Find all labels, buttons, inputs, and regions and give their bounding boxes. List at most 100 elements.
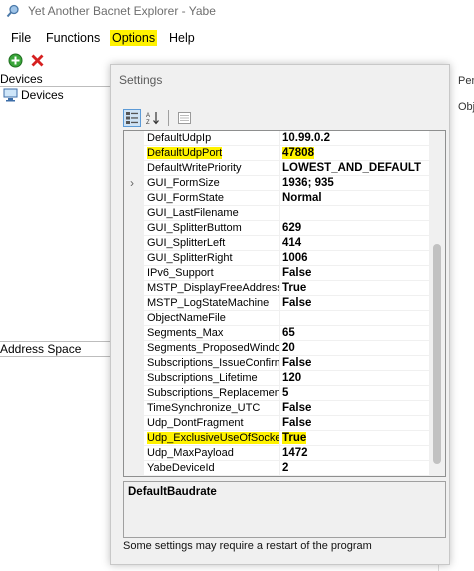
property-row[interactable]: GUI_SplitterLeft 414 (124, 236, 429, 251)
property-row[interactable]: Segments_Max 65 (124, 326, 429, 341)
address-space-header: Address Space (0, 341, 112, 357)
property-row[interactable]: Subscriptions_Lifetime 120 (124, 371, 429, 386)
property-row[interactable]: Subscriptions_IssueConfirmedNotifiesFals… (124, 356, 429, 371)
property-name: MSTP_DisplayFreeAddresses (144, 281, 280, 296)
property-name: Subscriptions_IssueConfirmedNotifies (144, 356, 280, 371)
property-pages-icon (177, 112, 191, 124)
property-name: IPv6_Support (144, 266, 280, 281)
property-row[interactable]: GUI_SplitterButtom 629 (124, 221, 429, 236)
property-row[interactable]: DefaultWritePriority LOWEST_AND_DEFAULT (124, 161, 429, 176)
window-title: Yet Another Bacnet Explorer - Yabe (28, 4, 216, 18)
add-icon[interactable] (8, 53, 23, 68)
restart-note: Some settings may require a restart of t… (123, 540, 372, 552)
property-row[interactable]: YabeDeviceId 2 (124, 461, 429, 476)
property-name: DefaultWritePriority (144, 161, 280, 176)
property-pages-button[interactable] (175, 109, 193, 127)
row-gutter (124, 341, 144, 356)
row-gutter (124, 446, 144, 461)
row-gutter (124, 311, 144, 326)
property-name: YabeDeviceId (144, 461, 280, 476)
property-row[interactable]: Udp_DontFragment False (124, 416, 429, 431)
property-value[interactable] (280, 206, 429, 221)
alphabetical-sort-icon: A Z (146, 112, 159, 125)
property-value[interactable]: 629 (280, 221, 429, 236)
property-row[interactable]: DefaultUdpIp 10.99.0.2 (124, 131, 429, 146)
title-bar: Yet Another Bacnet Explorer - Yabe (0, 0, 474, 24)
toolbar-separator (168, 110, 169, 126)
property-row[interactable]: GUI_SplitterRight 1006 (124, 251, 429, 266)
property-row[interactable]: GUI_FormState Normal (124, 191, 429, 206)
property-name: GUI_FormState (144, 191, 280, 206)
property-value[interactable]: 1936; 935 (280, 176, 429, 191)
menu-functions[interactable]: Functions (44, 30, 102, 46)
description-title: DefaultBaudrate (128, 486, 217, 498)
property-row[interactable]: DefaultUdpPort 47808 (124, 146, 429, 161)
property-row[interactable]: GUI_LastFilename (124, 206, 429, 221)
row-gutter (124, 206, 144, 221)
property-value[interactable]: 20 (280, 341, 429, 356)
menu-file[interactable]: File (9, 30, 33, 46)
property-row[interactable]: Udp_MaxPayload 1472 (124, 446, 429, 461)
row-gutter (124, 416, 144, 431)
property-value[interactable]: 10.99.0.2 (280, 131, 429, 146)
left-panel: Devices Devices Address Space (0, 72, 112, 571)
property-value[interactable]: 65 (280, 326, 429, 341)
property-value[interactable]: False (280, 266, 429, 281)
row-gutter (124, 371, 144, 386)
property-value[interactable]: 1006 (280, 251, 429, 266)
row-gutter (124, 461, 144, 476)
alphabetical-button[interactable]: A Z (144, 109, 162, 127)
categorized-button[interactable] (123, 109, 141, 127)
row-gutter (124, 236, 144, 251)
property-row[interactable]: ObjectNameFile (124, 311, 429, 326)
row-gutter (124, 431, 144, 446)
right-panel-caption: Pen (458, 75, 474, 87)
expand-chevron-icon[interactable]: › (130, 176, 134, 191)
property-value[interactable]: False (280, 356, 429, 371)
property-value[interactable]: Normal (280, 191, 429, 206)
property-row[interactable]: Udp_ExclusiveUseOfSocket True (124, 431, 429, 446)
row-gutter (124, 266, 144, 281)
menu-options[interactable]: Options (110, 30, 158, 46)
devices-tree-node[interactable]: Devices (3, 87, 64, 103)
row-gutter (124, 281, 144, 296)
property-value[interactable]: 414 (280, 236, 429, 251)
property-value[interactable]: 120 (280, 371, 429, 386)
property-row[interactable]: TimeSynchronize_UTC False (124, 401, 429, 416)
property-grid-scrollbar[interactable] (429, 131, 445, 476)
property-value[interactable]: 47808 (280, 146, 429, 161)
property-name: GUI_LastFilename (144, 206, 280, 221)
scrollbar-thumb[interactable] (433, 244, 441, 464)
row-gutter (124, 161, 144, 176)
property-value[interactable]: LOWEST_AND_DEFAULT (280, 161, 429, 176)
property-value[interactable]: True (280, 281, 429, 296)
property-name: ObjectNameFile (144, 311, 280, 326)
row-gutter (124, 386, 144, 401)
property-value[interactable]: 2 (280, 461, 429, 476)
property-name: MSTP_LogStateMachine (144, 296, 280, 311)
property-value[interactable]: False (280, 416, 429, 431)
row-gutter (124, 356, 144, 371)
property-value[interactable]: 1472 (280, 446, 429, 461)
row-gutter (124, 221, 144, 236)
row-gutter: › (124, 176, 144, 191)
delete-icon[interactable] (30, 53, 45, 68)
property-row[interactable]: MSTP_LogStateMachine False (124, 296, 429, 311)
property-row[interactable]: › GUI_FormSize 1936; 935 (124, 176, 429, 191)
row-gutter (124, 131, 144, 146)
property-value[interactable]: False (280, 296, 429, 311)
property-value[interactable] (280, 311, 429, 326)
row-gutter (124, 326, 144, 341)
property-row[interactable]: MSTP_DisplayFreeAddresses True (124, 281, 429, 296)
property-name: Subscriptions_ReplacementPollingPeriod (144, 386, 280, 401)
property-value[interactable]: 5 (280, 386, 429, 401)
property-row[interactable]: IPv6_Support False (124, 266, 429, 281)
row-gutter (124, 296, 144, 311)
property-row[interactable]: Subscriptions_ReplacementPollingPeriod5 (124, 386, 429, 401)
property-value[interactable]: True (280, 431, 429, 446)
property-row[interactable]: Segments_ProposedWindow 20 (124, 341, 429, 356)
property-value[interactable]: False (280, 401, 429, 416)
svg-text:A: A (146, 113, 150, 119)
menu-help[interactable]: Help (167, 30, 197, 46)
property-name: GUI_SplitterLeft (144, 236, 280, 251)
